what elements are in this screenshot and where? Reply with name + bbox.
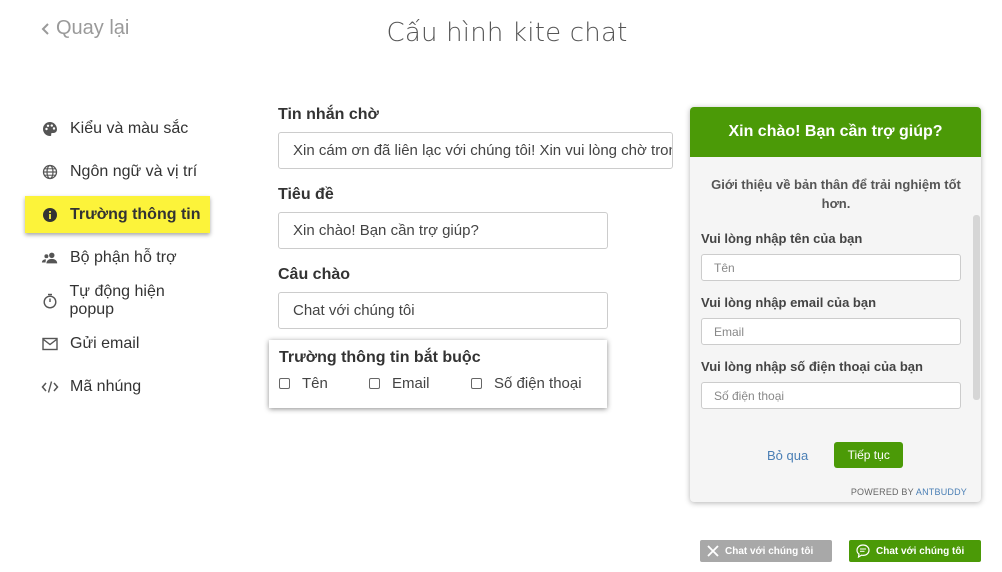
title-input[interactable]: Xin chào! Bạn cần trợ giúp?	[278, 212, 608, 249]
widget-intro: Giới thiệu về bản thân để trải nghiệm tố…	[711, 177, 961, 211]
sidebar-item-send-email[interactable]: Gửi email	[25, 325, 210, 362]
widget-body: Giới thiệu về bản thân để trải nghiệm tố…	[690, 157, 981, 502]
sidebar-item-label: Tự động hiện popup	[69, 282, 165, 318]
widget-name-label: Vui lòng nhập tên của bạn	[701, 231, 863, 246]
required-fields-panel: Trường thông tin bắt buộc Tên Email Số đ…	[269, 340, 607, 408]
required-email-checkbox[interactable]: Email	[369, 375, 471, 392]
greeting-input[interactable]: Chat với chúng tôi	[278, 292, 608, 329]
widget-email-input[interactable]: Email	[701, 318, 961, 345]
sidebar-item-label: Trường thông tin	[70, 205, 201, 223]
sidebar-item-label: Bộ phận hỗ trợ	[70, 248, 177, 266]
required-fields-title: Trường thông tin bắt buộc	[279, 349, 481, 366]
required-name-checkbox[interactable]: Tên	[279, 375, 369, 392]
sidebar-item-auto-popup[interactable]: Tự động hiện popup	[25, 282, 210, 319]
widget-header: Xin chào! Bạn cần trợ giúp?	[690, 107, 981, 157]
widget-skip-link[interactable]: Bỏ qua	[767, 448, 808, 463]
sidebar-item-label: Ngôn ngữ và vị trí	[70, 162, 198, 180]
sidebar-item-embed-code[interactable]: Mã nhúng	[25, 368, 210, 405]
globe-icon	[41, 163, 59, 181]
powered-by-label: POWERED BY ANTBUDDY	[851, 487, 967, 497]
required-option-label: Tên	[302, 375, 328, 392]
sidebar-item-language-position[interactable]: Ngôn ngữ và vị trí	[25, 153, 210, 190]
chat-bubble-icon	[856, 544, 870, 558]
required-option-label: Email	[392, 375, 430, 392]
powered-brand-link[interactable]: ANTBUDDY	[916, 487, 967, 497]
waiting-message-input[interactable]: Xin cám ơn đã liên lạc với chúng tôi! Xi…	[278, 132, 673, 169]
chat-open-button[interactable]: Chat với chúng tôi	[849, 540, 981, 562]
mail-icon	[41, 335, 59, 353]
sidebar-item-support-dept[interactable]: Bộ phận hỗ trợ	[25, 239, 210, 276]
chat-close-label: Chat với chúng tôi	[725, 545, 814, 557]
sidebar-item-label: Gửi email	[70, 334, 140, 352]
required-phone-checkbox[interactable]: Số điện thoại	[471, 375, 582, 392]
waiting-message-label: Tin nhắn chờ	[278, 106, 379, 123]
info-icon	[41, 206, 59, 224]
chat-widget-preview: Xin chào! Bạn cần trợ giúp? Giới thiệu v…	[690, 107, 981, 502]
code-icon	[41, 378, 59, 396]
widget-continue-button[interactable]: Tiếp tục	[834, 442, 904, 468]
widget-scrollbar[interactable]	[973, 215, 980, 400]
widget-email-label: Vui lòng nhập email của bạn	[701, 295, 877, 310]
checkbox-icon	[369, 378, 380, 389]
palette-icon	[41, 120, 59, 138]
sidebar-item-style-color[interactable]: Kiểu và màu sắc	[25, 110, 210, 147]
sidebar-item-label: Kiểu và màu sắc	[70, 119, 189, 137]
timer-icon	[41, 292, 59, 310]
checkbox-icon	[279, 378, 290, 389]
widget-phone-label: Vui lòng nhập số điện thoại của bạn	[701, 359, 923, 374]
title-label: Tiêu đề	[278, 186, 334, 203]
close-icon	[707, 545, 719, 557]
greeting-label: Câu chào	[278, 266, 351, 283]
sidebar-item-label: Mã nhúng	[70, 377, 142, 395]
widget-name-input[interactable]: Tên	[701, 254, 961, 281]
checkbox-icon	[471, 378, 482, 389]
sidebar-nav: Kiểu và màu sắc Ngôn ngữ và vị trí Trườn…	[25, 110, 225, 411]
powered-prefix: POWERED BY	[850, 487, 914, 497]
chat-close-button[interactable]: Chat với chúng tôi	[700, 540, 832, 562]
chat-open-label: Chat với chúng tôi	[876, 545, 965, 557]
config-form: Tin nhắn chờ Xin cám ơn đã liên lạc với …	[278, 106, 673, 329]
required-option-label: Số điện thoại	[494, 375, 582, 392]
page-title: Cấu hình kite chat	[386, 18, 628, 48]
user-group-icon	[41, 249, 59, 267]
widget-phone-input[interactable]: Số điện thoại	[701, 382, 961, 409]
sidebar-item-info-fields[interactable]: Trường thông tin	[25, 196, 210, 233]
